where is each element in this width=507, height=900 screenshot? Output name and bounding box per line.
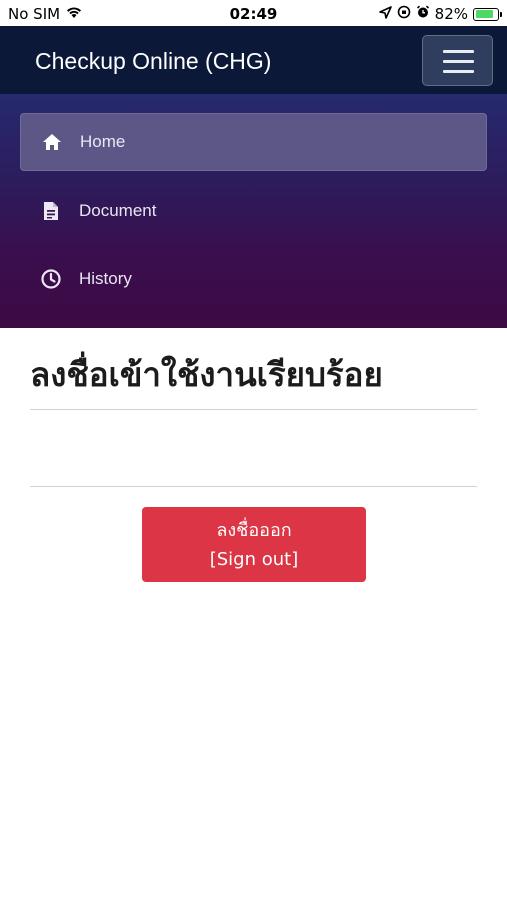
sign-out-button[interactable]: ลงชื่อออก [Sign out]	[142, 507, 366, 582]
nav-item-home[interactable]: Home	[20, 113, 487, 171]
nav-item-label: Document	[79, 201, 157, 220]
nav-item-label: History	[79, 269, 132, 288]
clock-icon	[39, 267, 63, 291]
sign-out-label-english: [Sign out]	[209, 548, 299, 570]
battery-charging-icon	[473, 7, 502, 21]
toggler-bar	[443, 50, 474, 53]
sign-out-label-thai: ลงชื่อออก	[216, 519, 292, 541]
page-title: ลงชื่อเข้าใช้งานเรียบร้อย	[30, 355, 383, 394]
toggler-bar	[443, 70, 474, 73]
hamburger-menu-icon[interactable]	[422, 35, 493, 86]
status-right: 82%	[378, 5, 502, 23]
document-icon	[39, 199, 63, 223]
navbar: Checkup Online (CHG)	[0, 26, 507, 94]
nav-menu: Home Document History	[0, 94, 507, 328]
orientation-lock-icon	[397, 5, 411, 23]
nav-item-history[interactable]: History	[20, 250, 487, 308]
home-icon	[40, 130, 64, 154]
nav-item-document[interactable]: Document	[20, 182, 487, 240]
alarm-icon	[416, 5, 430, 23]
battery-fill	[475, 10, 493, 18]
navbar-brand[interactable]: Checkup Online (CHG)	[35, 48, 271, 75]
battery-percent: 82%	[434, 5, 468, 23]
divider	[30, 486, 477, 487]
divider	[30, 409, 477, 410]
location-icon	[378, 5, 392, 23]
status-bar: No SIM 02:49 82%	[0, 0, 507, 26]
nav-item-label: Home	[80, 132, 126, 151]
toggler-bar	[443, 60, 474, 63]
